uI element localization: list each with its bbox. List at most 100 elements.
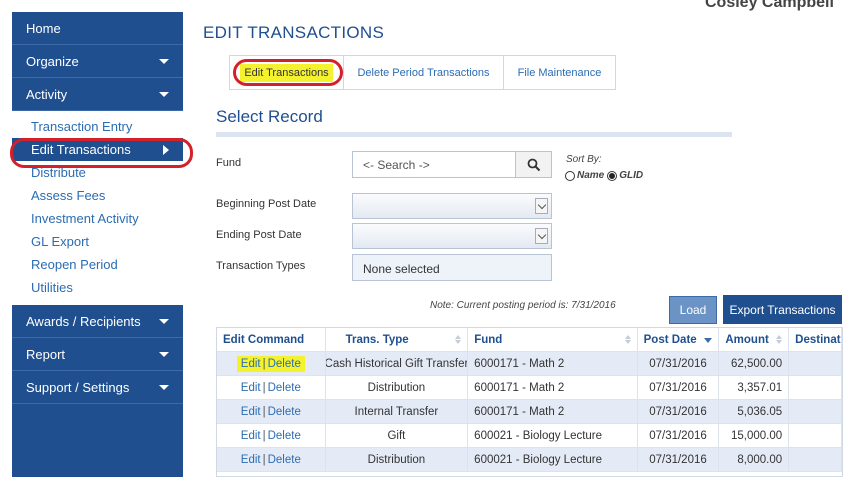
amount-cell: 8,000.00 (719, 448, 790, 471)
edit-command-cell: Edit | Delete (217, 352, 326, 375)
sort-by-options: Name GLID (565, 170, 643, 181)
col-header-label: Destinat (795, 333, 841, 346)
begin-date-select[interactable] (352, 193, 552, 219)
edit-command-cell: Edit | Delete (217, 400, 326, 423)
post-date-cell: 07/31/2016 (638, 424, 720, 447)
delete-link[interactable]: Delete (268, 406, 301, 418)
col-header-fund[interactable]: Fund (468, 328, 638, 351)
tab-label: Delete Period Transactions (357, 66, 490, 79)
delete-link[interactable]: Delete (268, 358, 301, 370)
sidebar-item-gl-export[interactable]: GL Export (12, 230, 183, 253)
transactions-table: Edit Command Trans. Type Fund Post Date … (216, 327, 843, 477)
annotation-oval-tab (233, 59, 343, 86)
fund-search-button[interactable] (515, 151, 552, 178)
nav-home[interactable]: Home (12, 12, 183, 45)
fund-label: Fund (216, 157, 242, 169)
tab-label: File Maintenance (517, 66, 602, 79)
edit-link[interactable]: Edit (241, 382, 261, 394)
trans-type-cell: Internal Transfer (326, 400, 469, 423)
col-header-trans-type[interactable]: Trans. Type (326, 328, 469, 351)
amount-cell: 15,000.00 (719, 424, 790, 447)
sort-glid-label: GLID (619, 170, 644, 181)
sidebar-item-label: GL Export (31, 234, 90, 249)
edit-link[interactable]: Edit (241, 406, 261, 418)
sidebar-item-label: Assess Fees (31, 188, 106, 203)
amount-cell: 62,500.00 (719, 352, 790, 375)
table-row: Edit | Delete Gift 600021 - Biology Lectur… (217, 424, 842, 448)
sort-icon (776, 335, 783, 344)
col-header-label: Trans. Type (345, 333, 409, 346)
amount-cell: 3,357.01 (719, 376, 790, 399)
nav-support-settings[interactable]: Support / Settings (12, 371, 183, 404)
sort-name-label: Name (577, 170, 605, 181)
col-header-destination[interactable]: Destinat (789, 328, 842, 351)
table-header-row: Edit Command Trans. Type Fund Post Date … (217, 328, 842, 352)
sort-glid-radio[interactable] (607, 170, 618, 181)
chevron-down-icon (535, 228, 548, 244)
begin-date-label: Beginning Post Date (216, 198, 317, 210)
col-header-label: Fund (474, 333, 503, 346)
transaction-types-select[interactable]: None selected (352, 254, 552, 281)
chevron-down-icon (535, 198, 548, 214)
col-header-post-date[interactable]: Post Date (638, 328, 720, 351)
tab-file-maintenance[interactable]: File Maintenance (503, 55, 616, 90)
edit-command-cell: Edit | Delete (217, 376, 326, 399)
post-date-cell: 07/31/2016 (638, 352, 720, 375)
nav-awards-recipients[interactable]: Awards / Recipients (12, 305, 183, 338)
search-icon (527, 158, 540, 171)
col-header-label: Edit Command (223, 333, 305, 346)
table-row: Edit | Delete Internal Transfer 6000171 - … (217, 400, 842, 424)
sort-name-radio[interactable] (565, 170, 575, 181)
nav-activity[interactable]: Activity (12, 78, 183, 111)
delete-link[interactable]: Delete (268, 382, 301, 394)
destination-cell (789, 448, 842, 471)
load-button[interactable]: Load (669, 296, 717, 324)
sidebar-item-investment-activity[interactable]: Investment Activity (12, 207, 183, 230)
edit-link[interactable]: Edit (241, 358, 261, 370)
trans-type-cell: Gift (326, 424, 469, 447)
nav-home-label: Home (26, 20, 61, 36)
table-row: Edit | Delete Cash Historical Gift Transfe… (217, 352, 842, 376)
fund-cell: 6000171 - Math 2 (468, 376, 638, 399)
edit-command-cell: Edit | Delete (217, 448, 326, 471)
sidebar-item-label: Transaction Entry (31, 119, 133, 134)
nav-support-label: Support / Settings (26, 379, 130, 395)
nav-report[interactable]: Report (12, 338, 183, 371)
caret-down-icon (159, 58, 169, 64)
col-header-label: Amount (725, 333, 769, 346)
tab-delete-period-transactions[interactable]: Delete Period Transactions (343, 55, 504, 90)
sidebar-item-reopen-period[interactable]: Reopen Period (12, 253, 183, 276)
delete-link[interactable]: Delete (268, 454, 301, 466)
export-transactions-button[interactable]: Export Transactions (723, 295, 842, 324)
edit-command-cell: Edit | Delete (217, 424, 326, 447)
sidebar-item-transaction-entry[interactable]: Transaction Entry (12, 115, 183, 138)
col-header-edit-command: Edit Command (217, 328, 326, 351)
caret-down-icon (159, 351, 169, 357)
fund-cell: 6000171 - Math 2 (468, 352, 638, 375)
table-row: Edit | Delete Distribution 600021 - Biolog… (217, 448, 842, 472)
col-header-amount[interactable]: Amount (719, 328, 790, 351)
sidebar-item-assess-fees[interactable]: Assess Fees (12, 184, 183, 207)
posting-period-note: Note: Current posting period is: 7/31/20… (430, 300, 616, 311)
trans-type-cell: Distribution (326, 448, 469, 471)
section-divider (216, 132, 732, 137)
edit-link[interactable]: Edit (241, 430, 261, 442)
caret-down-icon (159, 384, 169, 390)
sidebar-item-utilities[interactable]: Utilities (12, 276, 183, 299)
nav-organize[interactable]: Organize (12, 45, 183, 78)
nav-report-label: Report (26, 346, 66, 362)
end-date-label: Ending Post Date (216, 229, 302, 241)
sidebar-item-label: Utilities (31, 280, 73, 295)
nav-activity-label: Activity (26, 86, 68, 102)
page-title: EDIT TRANSACTIONS (203, 23, 385, 42)
caret-down-icon (159, 318, 169, 324)
fund-search-input[interactable]: <- Search -> (352, 151, 516, 178)
fund-cell: 600021 - Biology Lecture (468, 424, 638, 447)
sidebar-item-label: Investment Activity (31, 211, 139, 226)
post-date-cell: 07/31/2016 (638, 448, 720, 471)
fund-cell: 6000171 - Math 2 (468, 400, 638, 423)
end-date-select[interactable] (352, 223, 552, 249)
destination-cell (789, 352, 842, 375)
delete-link[interactable]: Delete (268, 430, 301, 442)
edit-link[interactable]: Edit (241, 454, 261, 466)
